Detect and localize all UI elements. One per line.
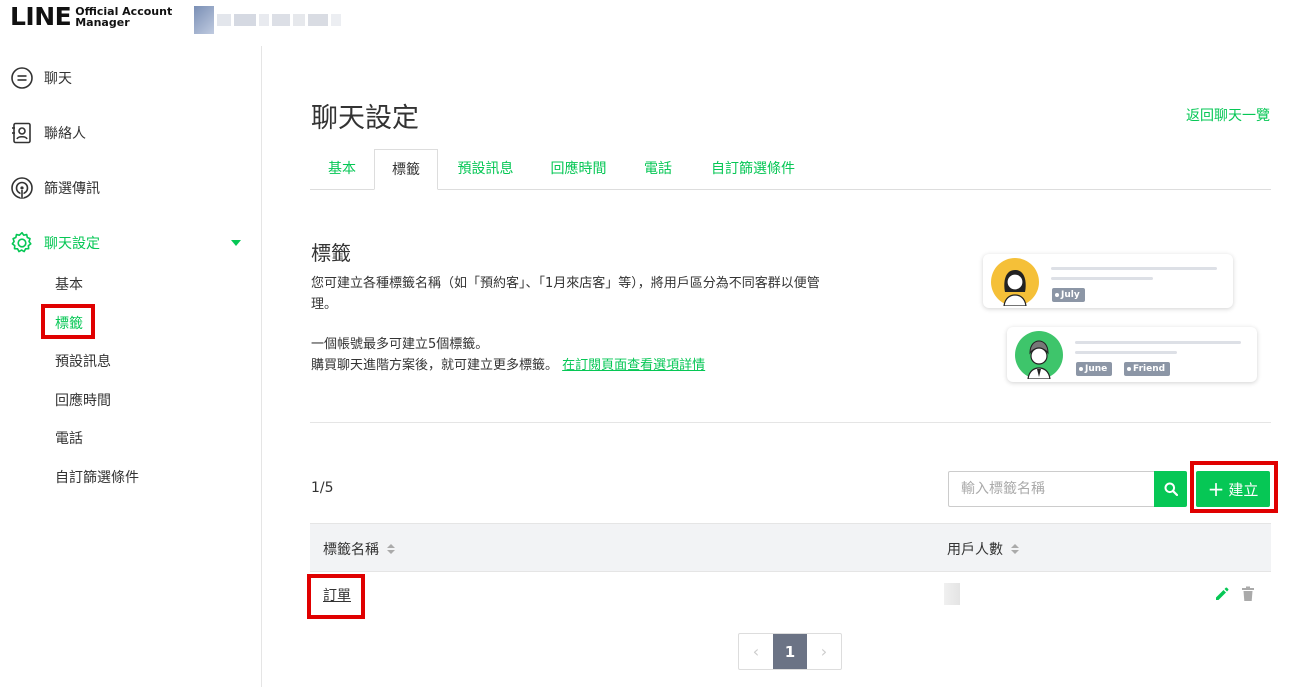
account-name-blurred[interactable] — [194, 6, 346, 34]
page-title: 聊天設定 — [311, 103, 419, 134]
search-icon — [1164, 482, 1178, 496]
section-divider — [310, 422, 1271, 423]
sidebar-item-label: 篩選傳訊 — [44, 181, 100, 197]
sidebar-item-chat-settings[interactable]: 聊天設定 — [0, 223, 261, 263]
sidebar-subitem-default-messages[interactable]: 預設訊息 — [55, 351, 111, 371]
delete-icon[interactable] — [1241, 586, 1255, 602]
limit-info: 一個帳號最多可建立5個標籤。 購買聊天進階方案後，就可建立更多標籤。 在訂閱頁面… — [311, 334, 705, 376]
sidebar-subitem-tags[interactable]: 標籤 — [55, 313, 83, 333]
caret-down-icon — [231, 240, 241, 246]
sidebar-item-label: 聊天設定 — [44, 236, 100, 252]
placeholder-line — [1075, 341, 1241, 344]
woman-avatar-illustration — [991, 258, 1039, 307]
placeholder-line — [1051, 267, 1217, 270]
sidebar-item-label: 聊天 — [44, 71, 72, 87]
tab-phone[interactable]: 電話 — [624, 149, 692, 190]
sidebar-item-chat[interactable]: 聊天 — [0, 58, 261, 98]
back-to-chat-list-link[interactable]: 返回聊天一覽 — [1186, 105, 1270, 125]
tag-count: 1/5 — [311, 480, 334, 496]
tab-default-messages[interactable]: 預設訊息 — [438, 149, 533, 190]
tab-response-hours[interactable]: 回應時間 — [533, 149, 624, 190]
subscription-details-link[interactable]: 在訂閱頁面查看選項詳情 — [562, 358, 705, 373]
pagination: ‹ 1 › — [738, 633, 842, 670]
logo-subtitle-line2: Manager — [75, 16, 130, 29]
column-header-label: 標籤名稱 — [323, 542, 379, 558]
tab-custom-filters[interactable]: 自訂篩選條件 — [692, 149, 814, 190]
sidebar: 聊天 聯絡人 篩選傳訊 聊天設定 基本 標籤 預設訊息 回應時間 電話 自訂篩選… — [0, 46, 262, 687]
contacts-icon — [9, 120, 35, 146]
account-avatar — [194, 6, 214, 34]
column-header-user-count[interactable]: 用戶人數 — [947, 539, 1019, 559]
sidebar-subitem-response-hours[interactable]: 回應時間 — [55, 390, 111, 410]
tag-search-input[interactable] — [948, 471, 1155, 507]
tag-name-link[interactable]: 訂單 — [323, 585, 351, 605]
column-header-tag-name[interactable]: 標籤名稱 — [323, 539, 395, 559]
create-tag-label: 建立 — [1228, 480, 1259, 499]
gear-icon — [9, 230, 35, 256]
upgrade-text: 購買聊天進階方案後，就可建立更多標籤。 — [311, 358, 559, 373]
top-bar: LINE Official Account Manager — [0, 0, 1305, 46]
plus-icon: + — [1207, 477, 1225, 501]
sidebar-subitem-phone[interactable]: 電話 — [55, 428, 83, 448]
tab-tags[interactable]: 標籤 — [374, 149, 438, 190]
illustration-card-1: July — [983, 254, 1233, 308]
sidebar-item-label: 聯絡人 — [44, 126, 86, 142]
table-header: 標籤名稱 用戶人數 — [310, 523, 1271, 572]
illustration-card-2: June Friend — [1007, 327, 1257, 382]
illustration-tag: Friend — [1124, 362, 1171, 376]
section-title: 標籤 — [311, 241, 351, 265]
user-count-blurred — [944, 583, 960, 605]
illustration-tag: June — [1076, 362, 1113, 376]
search-button[interactable] — [1154, 471, 1187, 507]
placeholder-line — [1051, 277, 1153, 280]
page-number-button[interactable]: 1 — [773, 634, 807, 669]
edit-icon[interactable] — [1214, 586, 1230, 602]
sidebar-item-broadcast[interactable]: 篩選傳訊 — [0, 168, 261, 208]
man-avatar-illustration — [1015, 331, 1063, 380]
sort-icon — [1011, 544, 1019, 554]
illustration-tag: July — [1052, 288, 1085, 302]
settings-tabs: 基本 標籤 預設訊息 回應時間 電話 自訂篩選條件 — [310, 149, 1271, 190]
limit-text: 一個帳號最多可建立5個標籤。 — [311, 337, 489, 352]
tab-basic[interactable]: 基本 — [310, 149, 374, 190]
chat-bubble-icon — [9, 65, 35, 91]
sidebar-subitem-basic[interactable]: 基本 — [55, 274, 83, 294]
placeholder-line — [1075, 351, 1177, 354]
logo-wordmark: LINE — [10, 2, 72, 31]
line-oa-logo[interactable]: LINE Official Account Manager — [10, 4, 172, 30]
create-tag-button[interactable]: + 建立 — [1196, 471, 1270, 507]
sidebar-subitem-custom-filters[interactable]: 自訂篩選條件 — [55, 467, 139, 487]
logo-subtitle: Official Account Manager — [75, 6, 172, 28]
prev-page-button[interactable]: ‹ — [739, 634, 773, 669]
description-line-2: 理。 — [311, 297, 338, 312]
sort-icon — [387, 544, 395, 554]
description-line-1: 您可建立各種標籤名稱（如「預約客」、「1月來店客」等），將用戶區分為不同客群以便… — [311, 276, 820, 291]
column-header-label: 用戶人數 — [947, 542, 1003, 558]
broadcast-icon — [9, 175, 35, 201]
next-page-button[interactable]: › — [807, 634, 841, 669]
section-description: 您可建立各種標籤名稱（如「預約客」、「1月來店客」等），將用戶區分為不同客群以便… — [311, 273, 931, 315]
sidebar-item-contacts[interactable]: 聯絡人 — [0, 113, 261, 153]
